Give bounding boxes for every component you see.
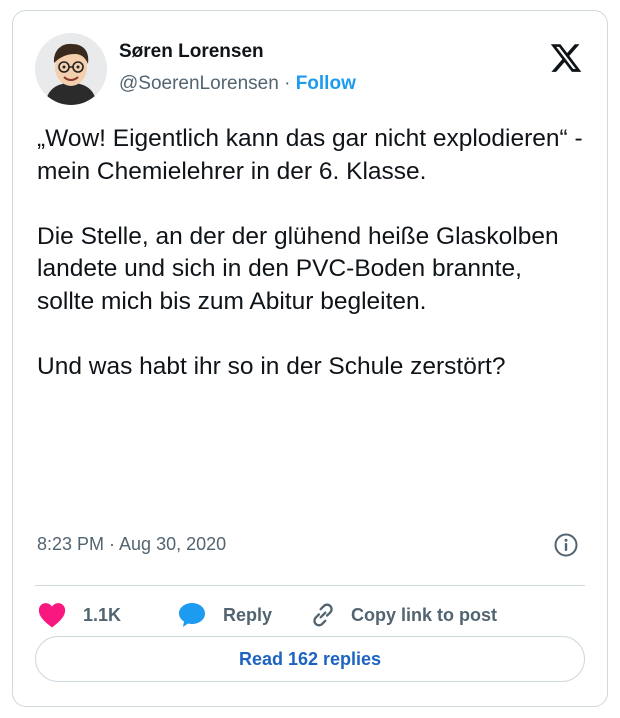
read-replies-label: Read 162 replies xyxy=(238,648,382,669)
read-replies-button[interactable]: Read 162 replies xyxy=(35,636,585,682)
like-count: 1.1K xyxy=(83,604,122,625)
author-handle[interactable]: @SoerenLorensen xyxy=(119,73,279,94)
action-bar: 1.1K Reply Copy link to post xyxy=(37,595,585,635)
avatar[interactable] xyxy=(35,33,107,105)
reply-label: Reply xyxy=(223,604,273,625)
speech-bubble-icon xyxy=(177,601,207,629)
tweet-card: Søren Lorensen @SoerenLorensen · Follow … xyxy=(12,10,608,707)
divider xyxy=(35,585,585,586)
link-icon xyxy=(309,601,337,629)
tweet-text: „Wow! Eigentlich kann das gar nicht expl… xyxy=(37,125,583,380)
author-name[interactable]: Søren Lorensen xyxy=(119,41,264,63)
info-icon[interactable] xyxy=(553,532,579,558)
reply-button[interactable]: Reply xyxy=(177,595,272,635)
copy-link-label: Copy link to post xyxy=(351,604,497,625)
handle-separator: · xyxy=(284,73,291,94)
x-logo-icon[interactable] xyxy=(549,41,583,75)
follow-button[interactable]: Follow xyxy=(296,73,356,94)
heart-icon xyxy=(37,601,67,629)
author-handle-row: @SoerenLorensen · Follow xyxy=(119,73,356,95)
tweet-timestamp[interactable]: 8:23 PM · Aug 30, 2020 xyxy=(37,534,226,555)
copy-link-button[interactable]: Copy link to post xyxy=(309,595,497,635)
avatar-cartoon-icon xyxy=(35,33,107,105)
like-button[interactable]: 1.1K xyxy=(37,595,121,635)
